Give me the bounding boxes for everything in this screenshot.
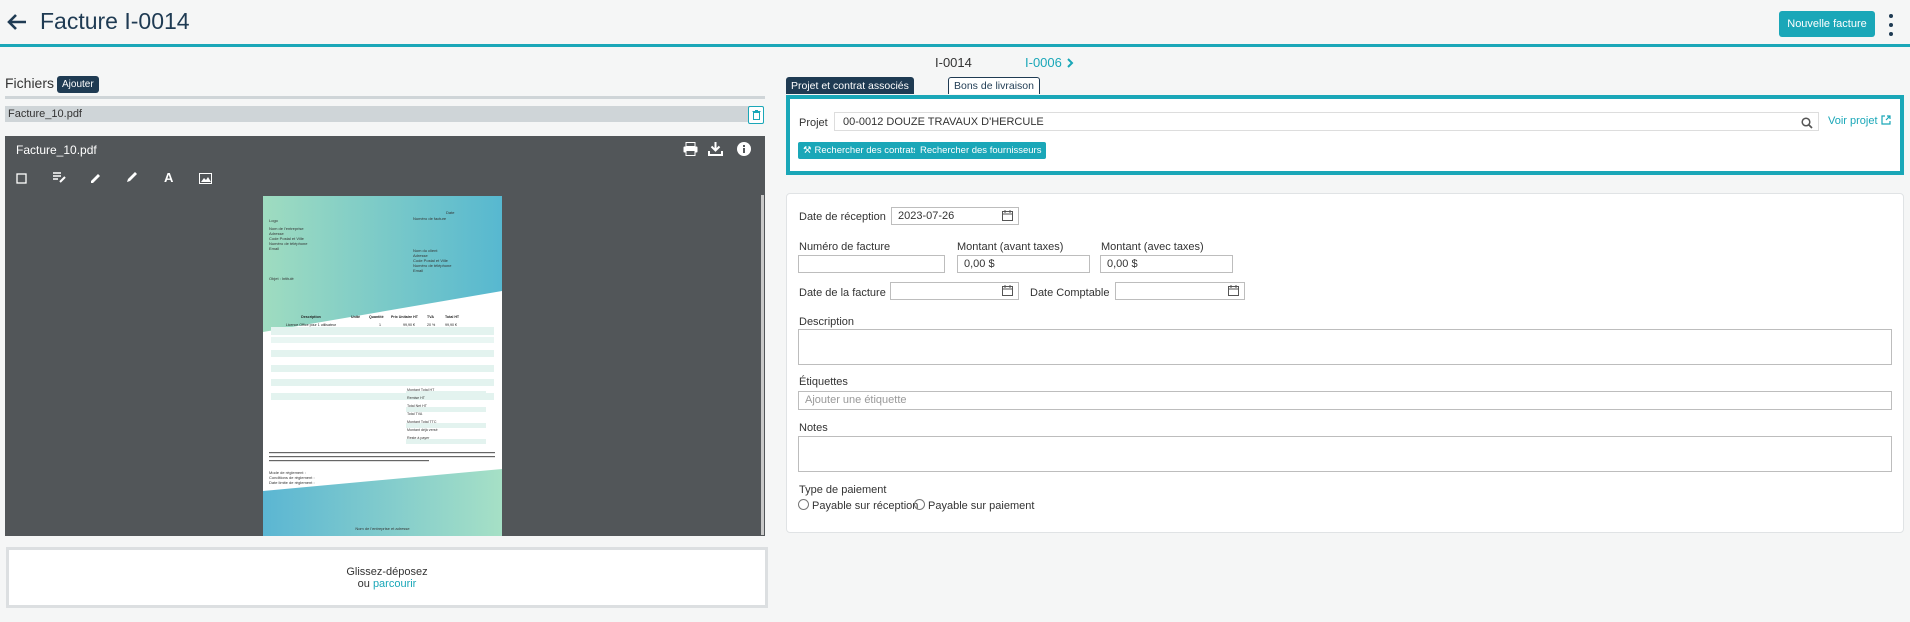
calendar-icon <box>1002 210 1013 221</box>
reception-date-input[interactable]: 2023-07-26 <box>891 207 1019 225</box>
pdf-table-header: Description Unité Quantité Prix Unitaire… <box>301 315 460 319</box>
project-section <box>786 95 1904 175</box>
dropzone-browse-line: ou parcourir <box>357 577 417 590</box>
dropzone-text: Glissez-déposez <box>346 565 428 578</box>
trash-icon[interactable] <box>748 106 764 124</box>
calendar-icon <box>1002 285 1013 296</box>
search-suppliers-button[interactable]: Rechercher des fournisseurs <box>915 142 1047 159</box>
divider <box>5 96 765 99</box>
highlighter-icon[interactable] <box>126 171 138 186</box>
amount-with-tax-input[interactable]: 0,00 $ <box>1100 255 1233 273</box>
file-list-item[interactable]: Facture_10.pdf <box>5 106 750 122</box>
tags-input[interactable]: Ajouter une étiquette <box>798 391 1892 410</box>
more-options-icon[interactable] <box>1888 14 1894 36</box>
wrench-icon: ⚒ <box>803 145 812 156</box>
radio-button[interactable] <box>798 499 809 510</box>
pdf-payment-block: Mode de règlement : Conditions de règleme… <box>269 470 315 485</box>
pdf-logo: Logo <box>269 218 278 223</box>
project-search-input[interactable]: 00-0012 DOUZE TRAVAUX D'HERCULE <box>834 112 1819 131</box>
next-invoice-link[interactable]: I-0006 <box>1025 55 1074 70</box>
pdf-table-row: Licence Office pour 1 utilisateur 1 99,9… <box>285 323 457 327</box>
pdf-invoice-number: Numéro de facture <box>413 216 447 221</box>
pdf-footer: Nom de l'entreprise et adresse <box>355 526 410 531</box>
calendar-icon <box>1228 285 1239 296</box>
page-title: Facture I-0014 <box>40 8 190 34</box>
pdf-page: Logo Date Numéro de facture Nom de l'ent… <box>263 196 502 536</box>
select-rectangle-icon[interactable] <box>16 172 27 187</box>
payment-option-reception[interactable]: Payable sur réception <box>798 499 918 512</box>
pdf-client-block: Nom du client Adresse Code Postal et Ville… <box>413 248 452 273</box>
info-icon[interactable] <box>737 142 751 159</box>
amount-before-tax-input[interactable]: 0,00 $ <box>957 255 1090 273</box>
amount-before-tax-label: Montant (avant taxes) <box>957 241 1064 253</box>
reception-date-label: Date de réception <box>799 211 886 223</box>
chevron-right-icon <box>1066 58 1073 68</box>
current-invoice-number: I-0014 <box>935 55 972 70</box>
search-icon[interactable] <box>1801 116 1813 134</box>
print-icon[interactable] <box>683 142 698 159</box>
pencil-icon[interactable] <box>89 171 101 186</box>
invoice-date-label: Date de la facture <box>799 287 886 299</box>
invoice-date-input[interactable] <box>890 282 1019 300</box>
download-icon[interactable] <box>708 141 723 159</box>
notes-textarea[interactable] <box>798 436 1892 472</box>
pdf-company-block: Nom de l'entreprise Adresse Code Postal et… <box>269 226 308 251</box>
project-label: Projet <box>799 117 828 129</box>
radio-button[interactable] <box>914 499 925 510</box>
description-textarea[interactable] <box>798 329 1892 365</box>
new-invoice-button[interactable]: Nouvelle facture <box>1779 11 1875 37</box>
image-icon[interactable] <box>199 172 212 187</box>
payment-option-payment[interactable]: Payable sur paiement <box>914 499 1034 512</box>
pdf-object: Objet : Intitulé <box>269 276 294 281</box>
page-header <box>0 0 1910 47</box>
search-contracts-button[interactable]: ⚒ Rechercher des contrats <box>798 142 924 159</box>
view-project-link[interactable]: Voir projet <box>1828 115 1891 127</box>
external-link-icon <box>1880 115 1891 125</box>
invoice-number-label: Numéro de facture <box>799 241 891 253</box>
viewer-scrollbar[interactable] <box>761 195 764 535</box>
back-arrow-icon[interactable] <box>6 11 28 38</box>
files-label: Fichiers <box>5 75 55 91</box>
pdf-totals: Montant Total HT Remise HT Total Net HT Tot… <box>407 388 438 440</box>
pdf-date: Date <box>446 210 455 215</box>
add-file-button[interactable]: Ajouter <box>57 76 99 93</box>
notes-label: Notes <box>799 422 828 434</box>
accounting-date-input[interactable] <box>1115 282 1245 300</box>
invoice-number-input[interactable] <box>798 255 945 273</box>
browse-link[interactable]: parcourir <box>373 578 416 590</box>
viewer-title: Facture_10.pdf <box>16 143 97 157</box>
accounting-date-label: Date Comptable <box>1030 287 1110 299</box>
payment-type-label: Type de paiement <box>799 484 887 496</box>
text-edit-icon[interactable] <box>52 171 66 186</box>
tab-delivery-notes[interactable]: Bons de livraison <box>948 77 1040 94</box>
description-label: Description <box>799 316 855 328</box>
amount-with-tax-label: Montant (avec taxes) <box>1101 241 1204 253</box>
tab-project-contract[interactable]: Projet et contrat associés <box>786 77 914 94</box>
file-dropzone[interactable]: Glissez-déposez ou parcourir <box>6 547 768 608</box>
text-tool-icon[interactable]: A <box>164 170 173 185</box>
tags-label: Étiquettes <box>799 376 848 388</box>
